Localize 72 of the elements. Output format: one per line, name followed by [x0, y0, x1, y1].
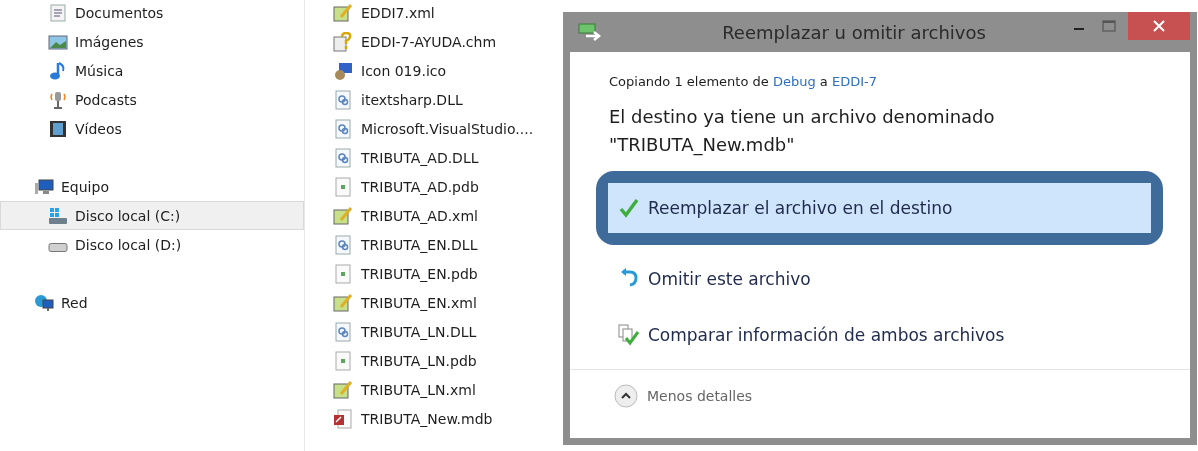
- nav-item[interactable]: Podcasts: [0, 85, 304, 114]
- microphone-icon: [48, 90, 68, 109]
- nav-item-label: Música: [75, 62, 124, 79]
- gear-file-icon: [333, 118, 353, 139]
- database-file-icon: [333, 408, 353, 429]
- file-name[interactable]: EDDI-7-AYUDA.chm: [361, 33, 497, 50]
- source-link[interactable]: Debug: [772, 74, 816, 89]
- maximize-icon: [1102, 20, 1116, 32]
- picture-icon: [48, 32, 68, 51]
- choice-option[interactable]: Reemplazar el archivo en el destino: [608, 183, 1151, 233]
- gear-file-icon: [333, 321, 353, 342]
- details-toggle[interactable]: Menos detalles: [614, 384, 753, 408]
- choice-option[interactable]: Comparar información de ambos archivos: [608, 313, 1151, 357]
- file-name[interactable]: TRIBUTA_New.mdb: [361, 410, 493, 427]
- nav-item[interactable]: Disco local (C:): [0, 201, 304, 230]
- file-name[interactable]: TRIBUTA_LN.DLL: [361, 323, 477, 340]
- nav-item[interactable]: Disco local (D:): [0, 230, 304, 259]
- file-icon: [333, 176, 353, 197]
- gear-file-icon: [333, 147, 353, 168]
- file-name[interactable]: Icon 019.ico: [361, 62, 447, 79]
- file-name[interactable]: TRIBUTA_EN.xml: [361, 294, 477, 311]
- nav-item[interactable]: Música: [0, 56, 304, 85]
- notepad-pencil-icon: [333, 2, 353, 23]
- file-name[interactable]: TRIBUTA_LN.pdb: [361, 352, 477, 369]
- nav-item-label: Disco local (C:): [75, 207, 181, 224]
- choice-option[interactable]: Omitir este archivo: [608, 257, 1151, 301]
- nav-item-label: Documentos: [75, 4, 164, 21]
- nav-item-label: Red: [61, 294, 88, 311]
- film-icon: [48, 119, 68, 138]
- copying-status: Copiando 1 elemento de Debug a EDDI-7: [609, 74, 878, 89]
- nav-item-label: Disco local (D:): [75, 236, 182, 253]
- file-name[interactable]: Microsoft.VisualStudio....: [361, 120, 534, 137]
- image-file-icon: [333, 60, 353, 81]
- file-icon: [333, 350, 353, 371]
- nav-item-label: Vídeos: [75, 120, 122, 137]
- nav-item[interactable]: Vídeos: [0, 114, 304, 143]
- minimize-icon: [1074, 28, 1084, 30]
- drive-icon: [48, 206, 68, 225]
- conflict-message: El destino ya tiene un archivo denominado "TRIBUTA_New.mdb": [609, 105, 996, 158]
- gear-file-icon: [333, 234, 353, 255]
- network-icon: [34, 293, 54, 312]
- destination-link[interactable]: EDDI-7: [831, 74, 877, 89]
- file-icon: [333, 263, 353, 284]
- file-name[interactable]: EDDI7.xml: [361, 4, 435, 21]
- file-name[interactable]: TRIBUTA_AD.pdb: [361, 178, 479, 195]
- close-icon: [1153, 20, 1165, 32]
- nav-item[interactable]: Imágenes: [0, 27, 304, 56]
- file-name[interactable]: TRIBUTA_AD.DLL: [361, 149, 479, 166]
- chevron-up-icon: [614, 384, 638, 408]
- file-name[interactable]: itextsharp.DLL: [361, 91, 463, 108]
- gear-file-icon: [333, 89, 353, 110]
- check-icon: [618, 197, 640, 219]
- file-name[interactable]: TRIBUTA_EN.pdb: [361, 265, 478, 282]
- computer-icon: [34, 177, 54, 196]
- nav-item[interactable]: Equipo: [0, 172, 304, 201]
- nav-item-label: Podcasts: [75, 91, 137, 108]
- notepad-pencil-icon: [333, 292, 353, 313]
- documents-check-icon: [618, 324, 640, 346]
- close-button[interactable]: [1128, 12, 1190, 40]
- file-name[interactable]: TRIBUTA_AD.xml: [361, 207, 478, 224]
- file-name[interactable]: TRIBUTA_EN.DLL: [361, 236, 478, 253]
- nav-item-label: Equipo: [61, 178, 109, 195]
- notepad-pencil-icon: [333, 205, 353, 226]
- nav-item[interactable]: Documentos: [0, 0, 304, 27]
- window-title: Reemplazar u omitir archivos: [721, 21, 987, 43]
- drive-icon: [48, 243, 68, 252]
- help-file-icon: [333, 31, 353, 52]
- nav-item-label: Imágenes: [75, 33, 144, 50]
- nav-item[interactable]: Red: [0, 288, 304, 317]
- document-icon: [48, 3, 68, 22]
- notepad-pencil-icon: [333, 379, 353, 400]
- file-name[interactable]: TRIBUTA_LN.xml: [361, 381, 476, 398]
